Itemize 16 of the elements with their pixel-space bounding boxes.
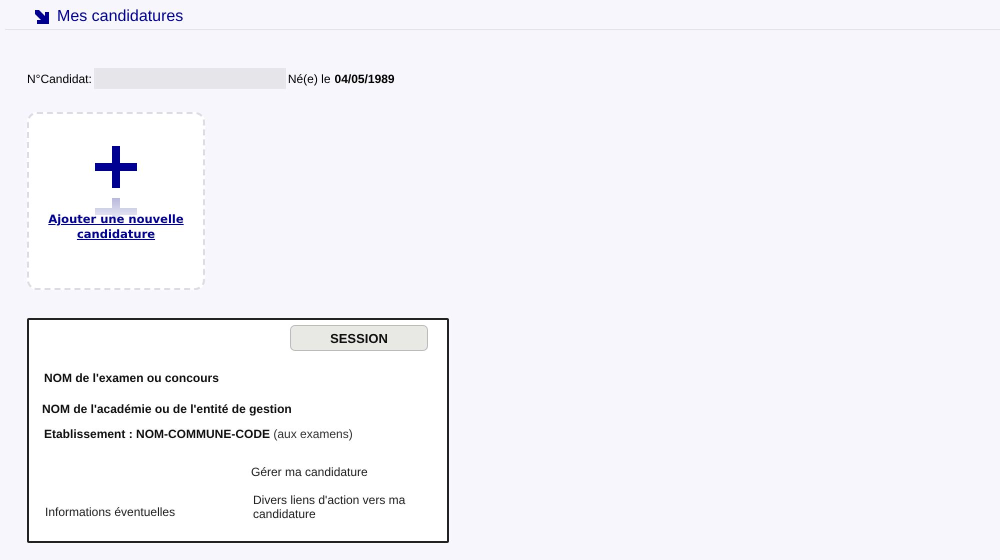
arrow-icon: [35, 10, 49, 24]
birth-label: Né(e) le: [288, 72, 331, 86]
establishment-note: (aux examens): [273, 427, 353, 441]
session-badge: SESSION: [290, 325, 428, 351]
candidate-label: N°Candidat:: [27, 72, 92, 86]
establishment-text: Etablissement : NOM-COMMUNE-CODE: [44, 427, 270, 441]
plus-icon: [95, 146, 137, 188]
info-text: Informations éventuelles: [45, 505, 176, 521]
manage-text: Gérer ma candidature: [251, 465, 369, 479]
add-application-link[interactable]: Ajouter une nouvelle candidature: [29, 212, 203, 242]
add-card[interactable]: Ajouter une nouvelle candidature: [27, 112, 205, 290]
action-links-text: Divers liens d'action vers ma candidature: [253, 493, 406, 521]
exam-name: NOM de l'examen ou concours: [44, 371, 220, 385]
page-title: Mes candidatures: [57, 8, 184, 26]
birth-date: 04/05/1989: [334, 72, 395, 86]
academy-name: NOM de l'académie ou de l'entité de gestion: [42, 402, 293, 416]
